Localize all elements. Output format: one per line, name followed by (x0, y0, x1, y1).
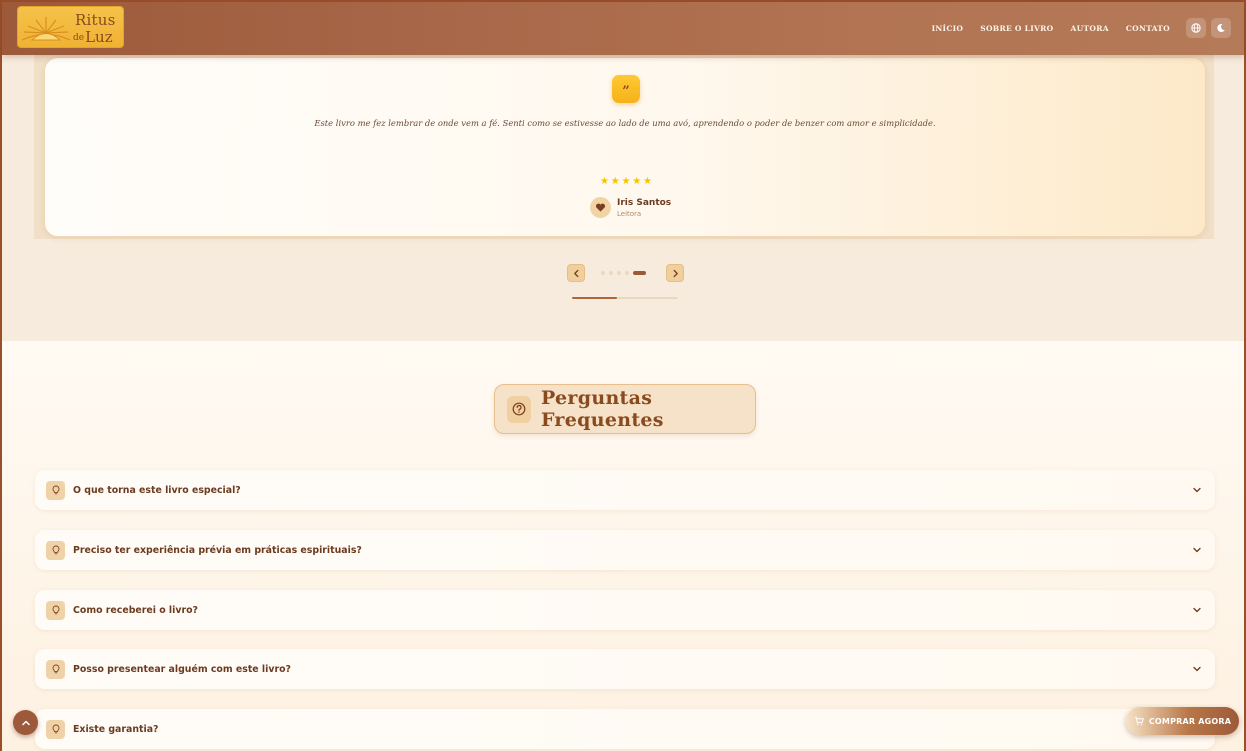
question-circle-icon (507, 395, 531, 423)
brand-name-luz: Luz (85, 28, 113, 46)
lightbulb-icon (46, 600, 65, 620)
scroll-to-top-button[interactable] (13, 710, 38, 735)
nav-link-autora[interactable]: AUTORA (1071, 24, 1109, 33)
chevron-right-icon (673, 269, 678, 277)
lightbulb-icon (46, 719, 65, 739)
moon-icon (1217, 24, 1225, 33)
nav-link-contato[interactable]: CONTATO (1126, 24, 1170, 33)
star-icon: ★ (643, 176, 652, 187)
site-header: Ritus deLuz INÍCIO SOBRE O LIVRO AUTORA … (2, 2, 1244, 55)
star-icon: ★ (621, 176, 631, 187)
testimonials-section: ” Este livro me fez lembrar de onde vem … (2, 55, 1244, 341)
heart-icon (595, 203, 606, 212)
brand-logo[interactable]: Ritus deLuz (17, 6, 124, 48)
faq-section: Perguntas Frequentes O que torna este li… (2, 341, 1244, 751)
testimonial-card: ” Este livro me fez lembrar de onde vem … (44, 57, 1206, 237)
carousel-dot[interactable] (625, 271, 629, 275)
brand-name-prefix: de (73, 33, 85, 43)
faq-question: O que torna este livro especial? (73, 484, 241, 496)
faq-item[interactable]: Posso presentear alguém com este livro? (35, 649, 1215, 689)
star-icon: ★ (610, 176, 620, 187)
lightbulb-icon (46, 480, 65, 500)
carousel-dot[interactable] (601, 271, 605, 275)
rating-stars: ★ ★ ★ ★ ★ (600, 177, 652, 187)
faq-item[interactable]: O que torna este livro especial? (35, 470, 1215, 510)
author-name: Iris Santos (617, 197, 672, 208)
faq-question: Como receberei o livro? (73, 604, 198, 616)
globe-icon (1191, 23, 1201, 33)
lightbulb-icon (46, 659, 65, 679)
carousel-dot[interactable] (617, 271, 621, 275)
chevron-down-icon (1193, 547, 1201, 553)
faq-item[interactable]: Como receberei o livro? (35, 590, 1215, 630)
faq-heading: Perguntas Frequentes (494, 384, 756, 434)
chevron-left-icon (573, 269, 578, 277)
theme-toggle-button[interactable] (1211, 18, 1231, 38)
faq-title: Perguntas Frequentes (540, 387, 664, 431)
main-nav: INÍCIO SOBRE O LIVRO AUTORA CONTATO (932, 2, 1170, 55)
nav-link-sobre-o-livro[interactable]: SOBRE O LIVRO (980, 24, 1053, 33)
carousel-dot[interactable] (633, 271, 646, 275)
chevron-down-icon (1193, 487, 1201, 493)
faq-item[interactable]: Preciso ter experiência prévia em prátic… (35, 530, 1215, 570)
cart-icon (1134, 716, 1144, 726)
carousel-dot[interactable] (609, 271, 613, 275)
quote-mark: ” (622, 83, 630, 99)
brand-name-line2: deLuz (73, 28, 113, 46)
carousel-progress (572, 297, 678, 299)
carousel-progress-fill (572, 297, 617, 299)
testimonial-text: Este livro me fez lembrar de onde vem a … (314, 118, 936, 128)
faq-item[interactable]: Existe garantia? (35, 709, 1215, 749)
faq-question: Existe garantia? (73, 723, 159, 735)
faq-question: Preciso ter experiência prévia em prátic… (73, 544, 362, 556)
author-role: Leitora (617, 209, 642, 218)
carousel-dots (601, 271, 646, 275)
star-icon: ★ (600, 176, 609, 187)
carousel-next-button[interactable] (666, 264, 684, 282)
brand-name-line1: Ritus (75, 11, 116, 29)
avatar (590, 197, 611, 218)
nav-link-inicio[interactable]: INÍCIO (932, 24, 964, 33)
faq-question: Posso presentear alguém com este livro? (73, 663, 291, 675)
buy-now-button[interactable]: COMPRAR AGORA (1126, 707, 1239, 735)
quote-icon: ” (612, 75, 640, 103)
chevron-down-icon (1193, 607, 1201, 613)
carousel-prev-button[interactable] (567, 264, 585, 282)
chevron-up-icon (21, 720, 30, 725)
language-button[interactable] (1186, 18, 1206, 38)
star-icon: ★ (632, 176, 642, 187)
buy-now-label: COMPRAR AGORA (1148, 716, 1232, 726)
chevron-down-icon (1193, 666, 1201, 672)
testimonial-author: Iris Santos Leitora (590, 197, 671, 218)
lightbulb-icon (46, 540, 65, 560)
